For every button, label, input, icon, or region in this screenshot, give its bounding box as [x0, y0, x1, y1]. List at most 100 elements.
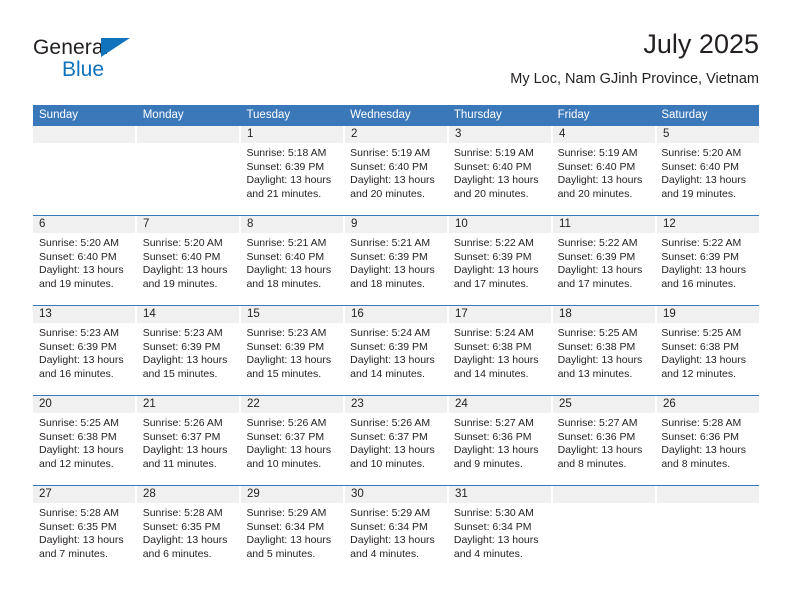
day-cell[interactable]: Sunrise: 5:22 AM Sunset: 6:39 PM Daylight:…: [448, 233, 552, 305]
day-detail-line: Sunrise: 5:28 AM: [39, 507, 119, 519]
day-cell[interactable]: Sunrise: 5:18 AM Sunset: 6:39 PM Daylight:…: [240, 143, 344, 215]
day-number[interactable]: 8: [241, 216, 345, 233]
day-number[interactable]: 23: [345, 396, 449, 413]
day-cell[interactable]: Sunrise: 5:19 AM Sunset: 6:40 PM Daylight:…: [344, 143, 448, 215]
weekday-header-thursday: Thursday: [453, 109, 502, 121]
day-cell[interactable]: Sunrise: 5:23 AM Sunset: 6:39 PM Daylight:…: [240, 323, 344, 395]
day-detail-line: Daylight: 13 hours: [453, 534, 539, 546]
day-cell[interactable]: Sunrise: 5:19 AM Sunset: 6:40 PM Daylight:…: [552, 143, 656, 215]
day-number-empty: [657, 486, 759, 503]
day-detail-line: Sunrise: 5:20 AM: [142, 237, 223, 249]
day-number[interactable]: 13: [33, 306, 137, 323]
day-cell[interactable]: Sunrise: 5:26 AM Sunset: 6:37 PM Daylight:…: [240, 413, 344, 485]
day-detail-line: and 14 minutes.: [350, 367, 425, 380]
day-detail-line: and 6 minutes.: [142, 547, 212, 560]
day-number[interactable]: 27: [33, 486, 137, 503]
day-cell[interactable]: Sunrise: 5:24 AM Sunset: 6:38 PM Daylight:…: [448, 323, 552, 395]
day-cell[interactable]: Sunrise: 5:19 AM Sunset: 6:40 PM Daylight:…: [448, 143, 552, 215]
day-number[interactable]: 25: [553, 396, 657, 413]
day-detail-line: Daylight: 13 hours: [246, 174, 332, 186]
day-number[interactable]: 3: [449, 126, 553, 143]
day-detail-line: Sunrise: 5:27 AM: [453, 417, 534, 429]
logo-text-blue: Blue: [62, 58, 105, 81]
day-number[interactable]: 10: [449, 216, 553, 233]
day-cell[interactable]: Sunrise: 5:22 AM Sunset: 6:39 PM Daylight:…: [655, 233, 759, 305]
day-detail-line: Sunrise: 5:19 AM: [557, 147, 638, 159]
day-number[interactable]: 31: [449, 486, 553, 503]
page-header: General Blue July 2025 My Loc, Nam GJinh…: [33, 28, 759, 98]
day-cell[interactable]: Sunrise: 5:28 AM Sunset: 6:36 PM Daylight:…: [655, 413, 759, 485]
day-number[interactable]: 29: [241, 486, 345, 503]
day-cell[interactable]: Sunrise: 5:21 AM Sunset: 6:39 PM Daylight:…: [344, 233, 448, 305]
day-detail-line: Sunrise: 5:20 AM: [661, 147, 742, 159]
day-detail-line: Sunrise: 5:21 AM: [350, 237, 431, 249]
day-cell[interactable]: Sunrise: 5:28 AM Sunset: 6:35 PM Daylight:…: [33, 503, 137, 575]
day-number[interactable]: 22: [241, 396, 345, 413]
day-number[interactable]: 26: [657, 396, 759, 413]
day-detail-line: Sunrise: 5:22 AM: [661, 237, 742, 249]
day-cell[interactable]: Sunrise: 5:23 AM Sunset: 6:39 PM Daylight:…: [137, 323, 241, 395]
day-detail-line: and 19 minutes.: [142, 277, 218, 290]
day-detail-line: and 11 minutes.: [142, 457, 217, 470]
day-cell[interactable]: Sunrise: 5:26 AM Sunset: 6:37 PM Daylight:…: [344, 413, 448, 485]
day-cell[interactable]: Sunrise: 5:27 AM Sunset: 6:36 PM Daylight:…: [552, 413, 656, 485]
day-number[interactable]: 5: [657, 126, 759, 143]
day-number[interactable]: 30: [345, 486, 449, 503]
day-detail-line: Sunset: 6:40 PM: [453, 160, 532, 173]
day-number[interactable]: 9: [345, 216, 449, 233]
day-cell[interactable]: Sunrise: 5:29 AM Sunset: 6:34 PM Daylight:…: [344, 503, 448, 575]
day-cell[interactable]: Sunrise: 5:25 AM Sunset: 6:38 PM Daylight:…: [552, 323, 656, 395]
day-detail-line: Daylight: 13 hours: [39, 444, 124, 456]
day-cell[interactable]: Sunrise: 5:20 AM Sunset: 6:40 PM Daylight:…: [655, 143, 759, 215]
day-detail-line: and 10 minutes.: [350, 457, 425, 470]
day-detail-line: and 17 minutes.: [557, 277, 633, 290]
day-detail-line: Daylight: 13 hours: [350, 534, 435, 546]
day-number[interactable]: 19: [657, 306, 759, 323]
day-number[interactable]: 18: [553, 306, 657, 323]
day-detail-line: Sunset: 6:36 PM: [661, 430, 739, 443]
general-blue-logo[interactable]: General Blue: [33, 36, 153, 88]
day-detail-line: Sunset: 6:35 PM: [39, 520, 117, 533]
day-cell[interactable]: Sunrise: 5:28 AM Sunset: 6:35 PM Daylight:…: [137, 503, 241, 575]
day-detail-line: and 20 minutes.: [350, 187, 425, 200]
day-cell[interactable]: Sunrise: 5:25 AM Sunset: 6:38 PM Daylight:…: [33, 413, 137, 485]
day-detail-line: Sunset: 6:40 PM: [557, 160, 636, 173]
day-number[interactable]: 1: [241, 126, 345, 143]
day-number[interactable]: 15: [241, 306, 345, 323]
day-cell[interactable]: Sunrise: 5:20 AM Sunset: 6:40 PM Daylight:…: [33, 233, 137, 305]
day-detail-line: Sunrise: 5:27 AM: [557, 417, 638, 429]
day-detail-line: Sunset: 6:36 PM: [453, 430, 532, 443]
day-cell-empty: [137, 143, 241, 215]
day-detail-line: Daylight: 13 hours: [142, 354, 228, 366]
day-number[interactable]: 4: [553, 126, 657, 143]
day-cell[interactable]: Sunrise: 5:24 AM Sunset: 6:39 PM Daylight:…: [344, 323, 448, 395]
day-cell[interactable]: Sunrise: 5:27 AM Sunset: 6:36 PM Daylight:…: [448, 413, 552, 485]
day-cell[interactable]: Sunrise: 5:25 AM Sunset: 6:38 PM Daylight:…: [655, 323, 759, 395]
day-number[interactable]: 28: [137, 486, 241, 503]
day-detail-line: Sunset: 6:37 PM: [142, 430, 221, 443]
day-cell[interactable]: Sunrise: 5:20 AM Sunset: 6:40 PM Daylight:…: [137, 233, 241, 305]
day-number[interactable]: 21: [137, 396, 241, 413]
logo-text-general: General: [33, 36, 109, 59]
day-number[interactable]: 24: [449, 396, 553, 413]
day-number[interactable]: 12: [657, 216, 759, 233]
day-number[interactable]: 20: [33, 396, 137, 413]
day-number[interactable]: 7: [137, 216, 241, 233]
day-number[interactable]: 2: [345, 126, 449, 143]
day-detail-line: Sunrise: 5:24 AM: [453, 327, 534, 339]
day-cell[interactable]: Sunrise: 5:23 AM Sunset: 6:39 PM Daylight:…: [33, 323, 137, 395]
day-number[interactable]: 14: [137, 306, 241, 323]
day-number[interactable]: 17: [449, 306, 553, 323]
day-number[interactable]: 11: [553, 216, 657, 233]
day-cell[interactable]: Sunrise: 5:22 AM Sunset: 6:39 PM Daylight:…: [552, 233, 656, 305]
weekday-header-tuesday: Tuesday: [246, 109, 291, 121]
day-detail-line: Sunrise: 5:22 AM: [453, 237, 534, 249]
day-cell[interactable]: Sunrise: 5:29 AM Sunset: 6:34 PM Daylight:…: [240, 503, 344, 575]
day-cell[interactable]: Sunrise: 5:26 AM Sunset: 6:37 PM Daylight:…: [137, 413, 241, 485]
day-detail-line: and 8 minutes.: [661, 457, 731, 470]
day-number[interactable]: 6: [33, 216, 137, 233]
day-cell[interactable]: Sunrise: 5:30 AM Sunset: 6:34 PM Daylight:…: [448, 503, 552, 575]
day-number[interactable]: 16: [345, 306, 449, 323]
day-cell[interactable]: Sunrise: 5:21 AM Sunset: 6:40 PM Daylight:…: [240, 233, 344, 305]
day-detail-line: Sunset: 6:40 PM: [142, 250, 221, 263]
